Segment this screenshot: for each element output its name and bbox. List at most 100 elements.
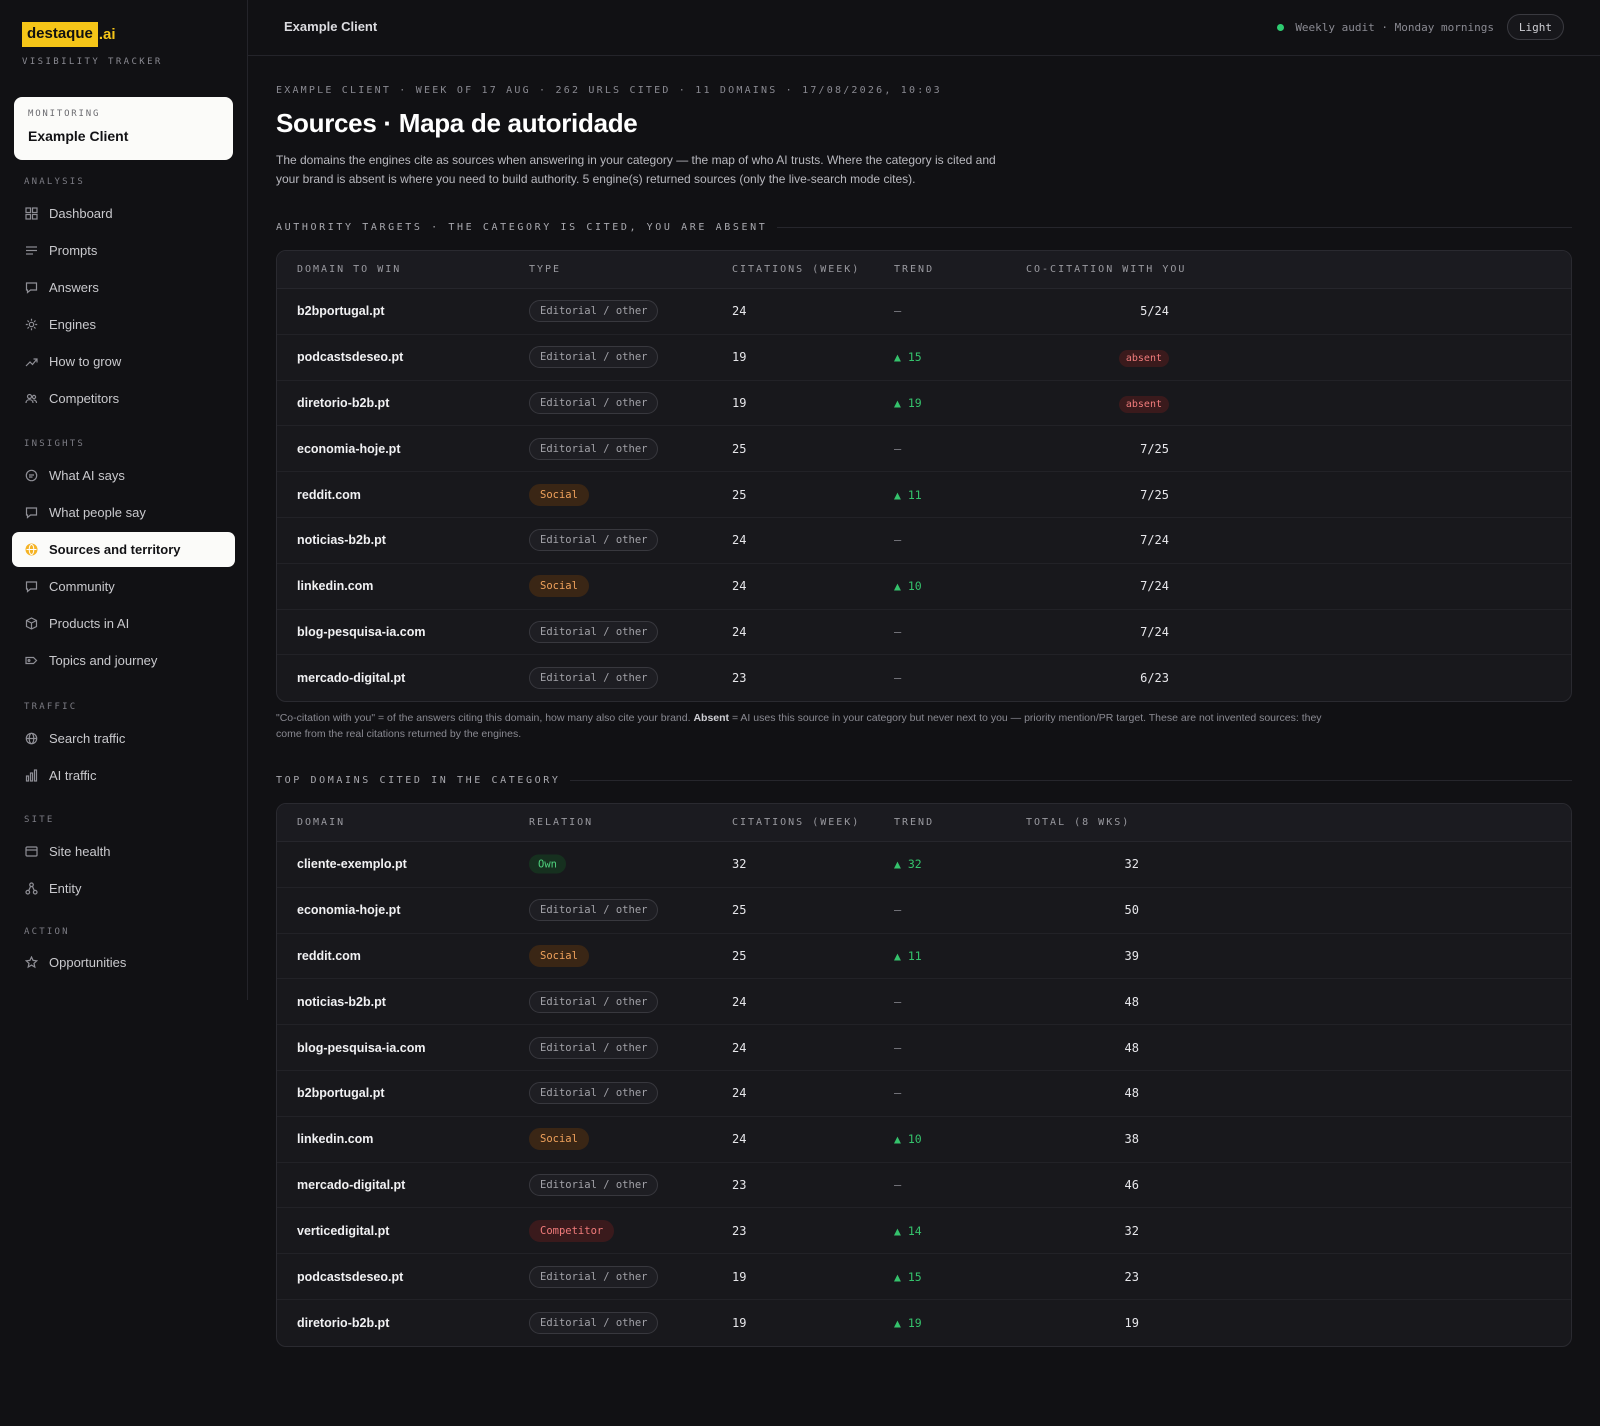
- column-header-total[interactable]: TOTAL (8 WKS): [1026, 817, 1130, 828]
- domain-link[interactable]: economia-hoje.pt: [297, 903, 400, 917]
- sidebar-item-label: Community: [49, 579, 115, 594]
- sidebar-item-topics-and-journey[interactable]: Topics and journey: [12, 643, 235, 678]
- domain-link[interactable]: mercado-digital.pt: [297, 671, 405, 685]
- table-row[interactable]: cliente-exemplo.pt Own 32 ▲ 32 32: [277, 842, 1571, 888]
- sidebar-item-engines[interactable]: Engines: [12, 307, 235, 342]
- domain-link[interactable]: reddit.com: [297, 949, 361, 963]
- table-row[interactable]: mercado-digital.pt Editorial / other 23 — 6/…: [277, 655, 1571, 701]
- domain-link[interactable]: b2bportugal.pt: [297, 1086, 385, 1100]
- sidebar-item-label: Dashboard: [49, 206, 113, 221]
- table-row[interactable]: linkedin.com Social 24 ▲ 10 38: [277, 1117, 1571, 1163]
- page-title: Sources · Mapa de autoridade: [276, 108, 638, 138]
- sidebar-item-sources-and-territory[interactable]: Sources and territory: [12, 532, 235, 567]
- table-row[interactable]: reddit.com Social 25 ▲ 11 7/25: [277, 472, 1571, 518]
- domain-link[interactable]: diretorio-b2b.pt: [297, 396, 389, 410]
- sidebar-item-label: Products in AI: [49, 616, 130, 631]
- table-row[interactable]: diretorio-b2b.pt Editorial / other 19 ▲ 19 1…: [277, 1300, 1571, 1346]
- table-row[interactable]: noticias-b2b.pt Editorial / other 24 — 48: [277, 979, 1571, 1026]
- domain-link[interactable]: blog-pesquisa-ia.com: [297, 1041, 426, 1055]
- audit-status-text: Weekly audit · Monday mornings: [1295, 21, 1494, 34]
- social-badge: Social: [529, 1128, 589, 1151]
- trend-value: —: [894, 1086, 902, 1101]
- trend-value: —: [894, 624, 902, 639]
- editorial-badge: Editorial / other: [529, 1036, 659, 1059]
- sidebar-item-label: Prompts: [49, 243, 98, 258]
- top-domains-table: DOMAIN RELATION CITATIONS (WEEK) TREND T…: [276, 803, 1572, 1347]
- trend-value: ▲ 15: [894, 1269, 922, 1284]
- domain-link[interactable]: noticias-b2b.pt: [297, 533, 386, 547]
- trend-value: ▲ 11: [894, 948, 922, 963]
- column-header-trend[interactable]: TREND: [894, 264, 934, 275]
- domain-link[interactable]: noticias-b2b.pt: [297, 995, 386, 1009]
- sidebar-item-entity[interactable]: Entity: [12, 871, 235, 906]
- table-row[interactable]: mercado-digital.pt Editorial / other 23 — 46: [277, 1163, 1571, 1209]
- table-row[interactable]: diretorio-b2b.pt Editorial / other 19 ▲ 19 a…: [277, 381, 1571, 427]
- sidebar-item-competitors[interactable]: Competitors: [12, 381, 235, 416]
- table-row[interactable]: blog-pesquisa-ia.com Editorial / other 24 —…: [277, 1025, 1571, 1071]
- window-icon: [24, 845, 38, 859]
- sidebar-item-prompts[interactable]: Prompts: [12, 233, 235, 268]
- column-header-domain[interactable]: DOMAIN: [297, 817, 345, 828]
- sidebar-item-ai-traffic[interactable]: AI traffic: [12, 758, 235, 793]
- sidebar-item-community[interactable]: Community: [12, 569, 235, 604]
- domain-link[interactable]: verticedigital.pt: [297, 1224, 389, 1238]
- sidebar-item-label: Topics and journey: [49, 653, 158, 668]
- globe-icon: [24, 732, 38, 746]
- domain-link[interactable]: podcastsdeseo.pt: [297, 350, 403, 364]
- client-selector-name: Example Client: [28, 128, 129, 144]
- column-header-citations[interactable]: CITATIONS (WEEK): [732, 264, 860, 275]
- table-row[interactable]: noticias-b2b.pt Editorial / other 24 — 7/24: [277, 518, 1571, 564]
- trend-value: —: [894, 1040, 902, 1055]
- column-header-relation[interactable]: RELATION: [529, 817, 593, 828]
- sidebar-item-search-traffic[interactable]: Search traffic: [12, 721, 235, 756]
- top-domains-section-heading: TOP DOMAINS CITED IN THE CATEGORY: [276, 775, 1572, 786]
- column-header-domain[interactable]: DOMAIN TO WIN: [297, 264, 401, 275]
- domain-link[interactable]: linkedin.com: [297, 579, 373, 593]
- sidebar-item-what-ai-says[interactable]: What AI says: [12, 458, 235, 493]
- column-header-cocitation[interactable]: CO-CITATION WITH YOU: [1026, 264, 1186, 275]
- sidebar-item-answers[interactable]: Answers: [12, 270, 235, 305]
- table-row[interactable]: podcastsdeseo.pt Editorial / other 19 ▲ 15 2…: [277, 1254, 1571, 1300]
- sidebar-item-dashboard[interactable]: Dashboard: [12, 196, 235, 231]
- domain-link[interactable]: linkedin.com: [297, 1132, 373, 1146]
- table-row[interactable]: podcastsdeseo.pt Editorial / other 19 ▲ 15 a…: [277, 335, 1571, 381]
- table-row[interactable]: linkedin.com Social 24 ▲ 10 7/24: [277, 564, 1571, 610]
- domain-link[interactable]: mercado-digital.pt: [297, 1178, 405, 1192]
- sidebar-item-how-to-grow[interactable]: How to grow: [12, 344, 235, 379]
- tag-icon: [24, 654, 38, 668]
- trend-value: ▲ 19: [894, 395, 922, 410]
- domain-link[interactable]: diretorio-b2b.pt: [297, 1316, 389, 1330]
- theme-toggle-button[interactable]: Light: [1506, 14, 1564, 40]
- column-header-trend[interactable]: TREND: [894, 817, 934, 828]
- nodes-icon: [24, 882, 38, 896]
- table-row[interactable]: economia-hoje.pt Editorial / other 25 — 50: [277, 888, 1571, 934]
- sidebar-item-products-in-ai[interactable]: Products in AI: [12, 606, 235, 641]
- table-row[interactable]: blog-pesquisa-ia.com Editorial / other 24 —…: [277, 610, 1571, 656]
- globe-icon: [24, 543, 38, 557]
- table-row[interactable]: b2bportugal.pt Editorial / other 24 — 5/24: [277, 289, 1571, 335]
- table-row[interactable]: verticedigital.pt Competitor 23 ▲ 14 32: [277, 1208, 1571, 1255]
- citations-value: 19: [732, 395, 747, 410]
- domain-link[interactable]: cliente-exemplo.pt: [297, 857, 407, 871]
- citations-value: 32: [732, 857, 747, 872]
- table-row[interactable]: b2bportugal.pt Editorial / other 24 — 48: [277, 1071, 1571, 1117]
- column-header-citations[interactable]: CITATIONS (WEEK): [732, 817, 860, 828]
- sidebar-item-site-health[interactable]: Site health: [12, 834, 235, 869]
- domain-link[interactable]: reddit.com: [297, 488, 361, 502]
- domain-link[interactable]: economia-hoje.pt: [297, 442, 400, 456]
- brand-logo[interactable]: destaque .ai: [22, 22, 116, 47]
- trend-value: ▲ 15: [894, 350, 922, 365]
- domain-link[interactable]: blog-pesquisa-ia.com: [297, 625, 426, 639]
- column-header-type[interactable]: TYPE: [529, 264, 561, 275]
- breadcrumb[interactable]: Example Client: [284, 19, 377, 34]
- client-selector[interactable]: MONITORING Example Client: [14, 97, 233, 160]
- domain-link[interactable]: b2bportugal.pt: [297, 304, 385, 318]
- table-row[interactable]: economia-hoje.pt Editorial / other 25 — 7/25: [277, 426, 1571, 473]
- domain-link[interactable]: podcastsdeseo.pt: [297, 1270, 403, 1284]
- social-badge: Social: [529, 944, 589, 967]
- brand-logo-ext: .ai: [98, 26, 116, 43]
- sidebar-item-what-people-say[interactable]: What people say: [12, 495, 235, 530]
- sidebar-item-opportunities[interactable]: Opportunities: [12, 945, 235, 980]
- table-row[interactable]: reddit.com Social 25 ▲ 11 39: [277, 934, 1571, 980]
- divider: [570, 780, 1572, 781]
